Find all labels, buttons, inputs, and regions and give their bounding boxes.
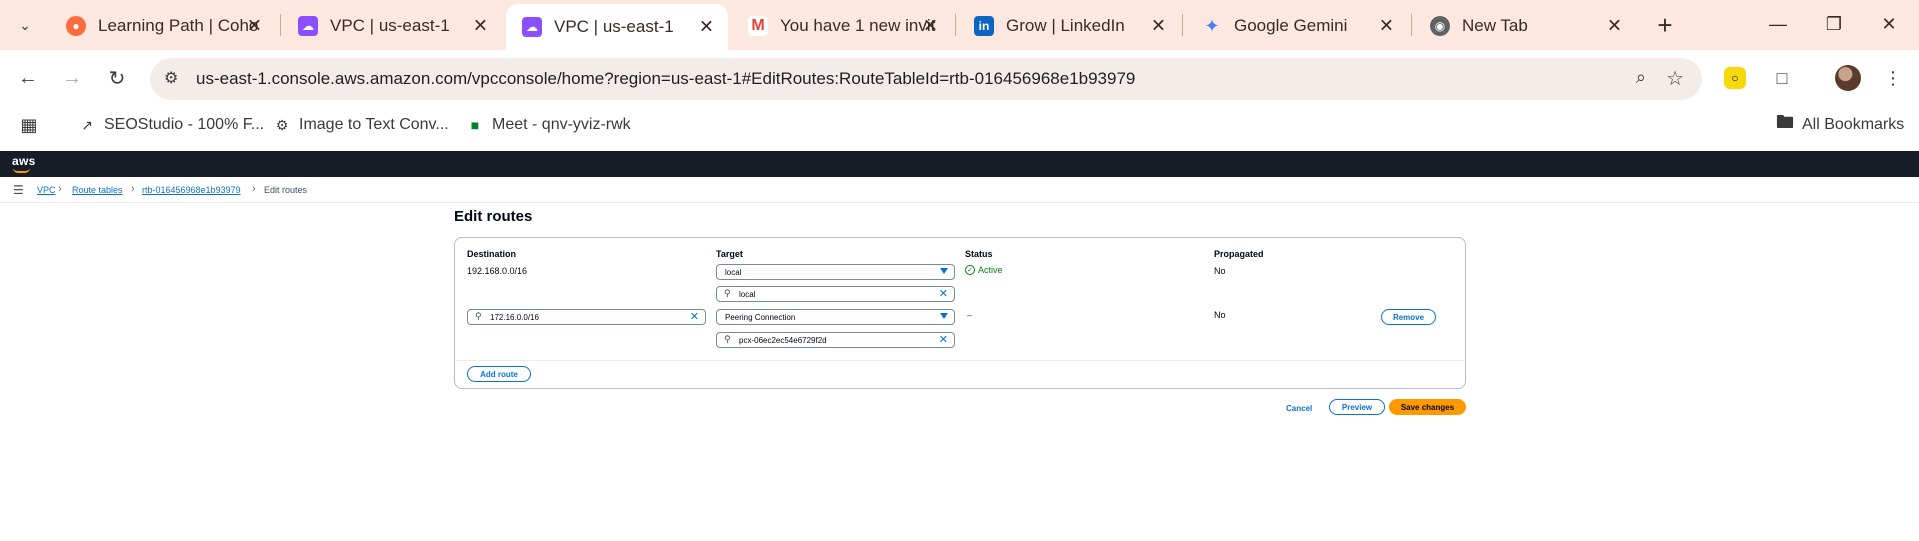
close-tab-icon[interactable]: ✕ bbox=[1379, 16, 1394, 37]
browser-toolbar: ← → ↻ ⚙ us-east-1.console.aws.amazon.com… bbox=[0, 50, 1919, 106]
close-tab-icon[interactable]: ✕ bbox=[699, 17, 714, 38]
gear-icon: ⚙ bbox=[275, 116, 289, 133]
aws-logo[interactable]: aws bbox=[12, 154, 36, 173]
caret-down-icon bbox=[940, 313, 948, 319]
forward-arrow-icon[interactable]: → bbox=[57, 63, 87, 93]
tab-learning-path[interactable]: ● Learning Path | Coho ✕ bbox=[50, 6, 276, 46]
add-route-button[interactable]: Add route bbox=[467, 366, 531, 382]
cohort-icon: ● bbox=[66, 16, 86, 36]
tab-gmail[interactable]: M You have 1 new invit ✕ bbox=[732, 6, 952, 46]
all-bookmarks[interactable]: 🖿 All Bookmarks bbox=[1776, 112, 1904, 134]
aws-top-nav: aws bbox=[0, 151, 1919, 177]
seostudio-icon: ↗ bbox=[81, 116, 93, 133]
tab-vpc-1[interactable]: ☁ VPC | us-east-1 ✕ bbox=[282, 6, 502, 46]
bookmarks-bar: ▦ ↗ SEOStudio - 100% F... ⚙ Image to Tex… bbox=[0, 106, 1919, 150]
bookmark-image-to-text[interactable]: ⚙ Image to Text Conv... bbox=[273, 116, 449, 134]
close-tab-icon[interactable]: ✕ bbox=[923, 16, 938, 37]
site-info-icon[interactable]: ⚙ bbox=[164, 68, 178, 88]
bookmark-google-meet[interactable]: ■ Meet - qnv-yviz-rwk bbox=[466, 116, 631, 134]
route-2-destination-input[interactable]: ⚲ 172.16.0.0/16 ✕ bbox=[467, 309, 706, 325]
gmail-icon: M bbox=[748, 16, 768, 36]
breadcrumb-vpc[interactable]: VPC bbox=[37, 185, 56, 195]
close-tab-icon[interactable]: ✕ bbox=[1151, 16, 1166, 37]
divider bbox=[455, 360, 1465, 361]
search-icon: ⚲ bbox=[475, 311, 482, 321]
close-window-icon[interactable]: ✕ bbox=[1867, 8, 1911, 40]
column-header-target: Target bbox=[716, 249, 743, 259]
chevron-right-icon: › bbox=[131, 183, 135, 195]
aws-vpc-icon: ☁ bbox=[522, 17, 542, 37]
breadcrumb-route-table-id[interactable]: rtb-016456968e1b93979 bbox=[142, 185, 241, 195]
kebab-menu-icon[interactable]: ⋮ bbox=[1878, 63, 1908, 93]
route-1-propagated: No bbox=[1214, 266, 1226, 276]
close-tab-icon[interactable]: ✕ bbox=[473, 16, 488, 37]
clear-icon[interactable]: ✕ bbox=[939, 333, 948, 346]
address-bar[interactable]: ⚙ us-east-1.console.aws.amazon.com/vpcco… bbox=[150, 58, 1702, 100]
routes-table: Destination Target Status Propagated 192… bbox=[454, 237, 1466, 389]
close-tab-icon[interactable]: ✕ bbox=[1607, 16, 1622, 37]
search-icon: ⚲ bbox=[724, 288, 731, 298]
tab-gemini[interactable]: ✦ Google Gemini ✕ bbox=[1186, 6, 1408, 46]
route-2-target-type-select[interactable]: Peering Connection bbox=[716, 309, 955, 325]
route-1-destination: 192.168.0.0/16 bbox=[467, 266, 528, 276]
clear-icon[interactable]: ✕ bbox=[939, 287, 948, 300]
route-2-status: – bbox=[967, 310, 973, 320]
check-circle-icon: ✓ bbox=[965, 265, 975, 275]
route-2-propagated: No bbox=[1214, 310, 1226, 320]
folder-icon: 🖿 bbox=[1776, 112, 1794, 132]
tab-linkedin[interactable]: in Grow | LinkedIn ✕ bbox=[958, 6, 1180, 46]
new-tab-plus-icon[interactable]: + bbox=[1650, 10, 1680, 40]
grid-icon: ▦ bbox=[20, 114, 38, 135]
close-tab-icon[interactable]: ✕ bbox=[247, 16, 262, 37]
tab-divider bbox=[280, 14, 281, 36]
chevron-right-icon: › bbox=[58, 183, 62, 195]
column-header-destination: Destination bbox=[467, 249, 517, 259]
tab-search-chevron-icon[interactable]: ⌄ bbox=[10, 10, 40, 40]
route-2-target-value-input[interactable]: ⚲ pcx-06ec2ec54e6729f2d ✕ bbox=[716, 332, 955, 348]
remove-route-button[interactable]: Remove bbox=[1381, 309, 1436, 325]
route-1-target-type-select[interactable]: local bbox=[716, 264, 955, 280]
url-text[interactable]: us-east-1.console.aws.amazon.com/vpccons… bbox=[196, 69, 1135, 89]
save-changes-button[interactable]: Save changes bbox=[1389, 399, 1466, 415]
route-1-target-value-input[interactable]: ⚲ local ✕ bbox=[716, 286, 955, 302]
linkedin-icon: in bbox=[974, 16, 994, 36]
restore-icon[interactable]: ❐ bbox=[1812, 8, 1856, 40]
cancel-button[interactable]: Cancel bbox=[1286, 404, 1312, 413]
back-arrow-icon[interactable]: ← bbox=[13, 63, 43, 93]
breadcrumb-route-tables[interactable]: Route tables bbox=[72, 185, 123, 195]
tab-divider bbox=[955, 14, 956, 36]
tab-vpc-active[interactable]: ☁ VPC | us-east-1 ✕ bbox=[506, 4, 728, 50]
extensions-puzzle-icon[interactable]: □ bbox=[1767, 63, 1797, 93]
clear-icon[interactable]: ✕ bbox=[690, 310, 699, 323]
reload-icon[interactable]: ↻ bbox=[102, 63, 132, 93]
caret-down-icon bbox=[940, 268, 948, 274]
gemini-icon: ✦ bbox=[1204, 15, 1220, 36]
column-header-status: Status bbox=[965, 249, 993, 259]
tab-new-tab[interactable]: ◉ New Tab ✕ bbox=[1414, 6, 1636, 46]
browser-tab-strip: ⌄ ● Learning Path | Coho ✕ ☁ VPC | us-ea… bbox=[0, 0, 1919, 50]
apps-grid-icon[interactable]: ▦ bbox=[20, 114, 46, 135]
chrome-icon: ◉ bbox=[1430, 16, 1450, 36]
bookmark-seostudio[interactable]: ↗ SEOStudio - 100% F... bbox=[78, 116, 264, 134]
bookmark-star-icon[interactable]: ☆ bbox=[1666, 66, 1684, 91]
hamburger-menu-icon[interactable]: ☰ bbox=[13, 183, 24, 197]
google-meet-icon: ■ bbox=[470, 117, 480, 133]
page-title: Edit routes bbox=[454, 208, 533, 225]
tab-divider bbox=[1411, 14, 1412, 36]
zoom-icon[interactable]: ⌕ bbox=[1636, 67, 1646, 88]
extension-headphones-icon[interactable]: ○ bbox=[1724, 67, 1746, 89]
column-header-propagated: Propagated bbox=[1214, 249, 1264, 259]
preview-button[interactable]: Preview bbox=[1329, 399, 1385, 415]
chevron-right-icon: › bbox=[252, 183, 256, 195]
profile-avatar[interactable] bbox=[1835, 65, 1861, 91]
route-1-status: ✓ Active bbox=[965, 265, 1003, 275]
search-icon: ⚲ bbox=[724, 334, 731, 344]
breadcrumb: ☰ VPC › Route tables › rtb-016456968e1b9… bbox=[0, 177, 1919, 203]
breadcrumb-current: Edit routes bbox=[264, 185, 308, 195]
minimize-icon[interactable]: — bbox=[1756, 8, 1800, 40]
aws-vpc-icon: ☁ bbox=[298, 16, 318, 36]
tab-divider bbox=[1182, 14, 1183, 36]
